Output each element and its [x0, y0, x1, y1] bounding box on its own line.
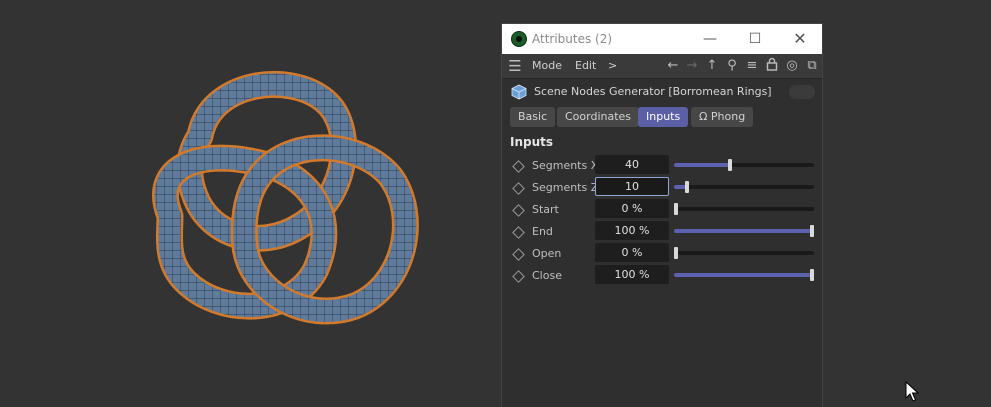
- param-label-end: End: [532, 225, 553, 238]
- param-row-open: Open 0 %: [502, 243, 822, 265]
- filter-icon[interactable]: ≡: [743, 57, 761, 75]
- param-slider-end[interactable]: [674, 225, 814, 237]
- param-label-segments-x: Segments X: [532, 159, 599, 172]
- param-row-end: End 100 %: [502, 221, 822, 243]
- keyframe-diamond-icon[interactable]: [512, 160, 525, 173]
- target-icon[interactable]: ◎: [783, 57, 801, 75]
- param-label-open: Open: [532, 247, 562, 260]
- tab-phong[interactable]: Ω Phong: [691, 107, 754, 127]
- param-label-close: Close: [532, 269, 562, 282]
- slider-handle[interactable]: [810, 225, 814, 237]
- param-slider-close[interactable]: [674, 269, 814, 281]
- hamburger-icon[interactable]: ☰: [506, 57, 524, 75]
- param-field-open[interactable]: 0 %: [595, 243, 669, 262]
- arrow-left-icon[interactable]: ←: [664, 57, 682, 75]
- attribute-tabs: Basic Coordinates Inputs Ω Phong: [502, 107, 822, 129]
- arrow-up-icon[interactable]: ↑: [703, 57, 721, 75]
- window-title: Attributes (2): [532, 32, 613, 46]
- slider-fill: [674, 273, 814, 277]
- search-icon[interactable]: ⚲: [723, 57, 741, 75]
- maximize-icon[interactable]: ☐: [745, 29, 765, 49]
- object-toggle[interactable]: [789, 85, 815, 99]
- minimize-icon[interactable]: —: [700, 29, 720, 49]
- param-field-start[interactable]: 0 %: [595, 199, 669, 218]
- section-title: Inputs: [510, 135, 554, 149]
- slider-handle[interactable]: [685, 181, 689, 193]
- keyframe-diamond-icon[interactable]: [512, 226, 525, 239]
- slider-handle[interactable]: [810, 269, 814, 281]
- keyframe-diamond-icon[interactable]: [512, 248, 525, 261]
- param-row-segments-z: Segments Z 10: [502, 177, 822, 199]
- slider-fill: [674, 163, 730, 167]
- slider-handle[interactable]: [674, 203, 678, 215]
- param-label-segments-z: Segments Z: [532, 181, 599, 194]
- arrow-right-icon[interactable]: →: [683, 57, 701, 75]
- param-label-start: Start: [532, 203, 559, 216]
- param-slider-segments-x[interactable]: [674, 159, 814, 171]
- borromean-rings-model[interactable]: [140, 66, 425, 331]
- slider-fill: [674, 229, 814, 233]
- menu-edit[interactable]: Edit: [575, 59, 596, 72]
- external-link-icon[interactable]: ⧉: [803, 57, 821, 75]
- tab-inputs[interactable]: Inputs: [638, 107, 689, 127]
- lock-icon[interactable]: [763, 57, 781, 75]
- param-row-start: Start 0 %: [502, 199, 822, 221]
- close-icon[interactable]: ✕: [790, 29, 810, 49]
- param-slider-start[interactable]: [674, 203, 814, 215]
- object-header: Scene Nodes Generator [Borromean Rings]: [502, 79, 822, 105]
- param-field-segments-z[interactable]: 10: [595, 177, 669, 196]
- param-field-end[interactable]: 100 %: [595, 221, 669, 240]
- mouse-cursor-icon: [905, 381, 919, 402]
- keyframe-diamond-icon[interactable]: [512, 182, 525, 195]
- slider-handle[interactable]: [674, 247, 678, 259]
- keyframe-diamond-icon[interactable]: [512, 204, 525, 217]
- param-slider-open[interactable]: [674, 247, 814, 259]
- menu-more[interactable]: >: [608, 59, 617, 72]
- cube-icon: [511, 84, 527, 100]
- param-row-close: Close 100 %: [502, 265, 822, 287]
- slider-handle[interactable]: [728, 159, 732, 171]
- object-name: Scene Nodes Generator [Borromean Rings]: [534, 85, 772, 98]
- attributes-window[interactable]: Attributes (2) — ☐ ✕ ☰ Mode Edit > ← → ↑…: [501, 23, 823, 407]
- param-field-segments-x[interactable]: 40: [595, 155, 669, 174]
- param-slider-segments-z[interactable]: [674, 181, 814, 193]
- cinema4d-app-icon: [511, 31, 527, 47]
- window-titlebar[interactable]: Attributes (2) — ☐ ✕: [502, 24, 822, 54]
- param-row-segments-x: Segments X 40: [502, 155, 822, 177]
- menu-mode[interactable]: Mode: [532, 59, 562, 72]
- attributes-menubar: ☰ Mode Edit > ← → ↑ ⚲ ≡ ◎ ⧉: [502, 54, 822, 79]
- keyframe-diamond-icon[interactable]: [512, 270, 525, 283]
- param-field-close[interactable]: 100 %: [595, 265, 669, 284]
- 3d-viewport[interactable]: [0, 0, 991, 407]
- tab-basic[interactable]: Basic: [510, 107, 556, 127]
- tab-coordinates[interactable]: Coordinates: [557, 107, 640, 127]
